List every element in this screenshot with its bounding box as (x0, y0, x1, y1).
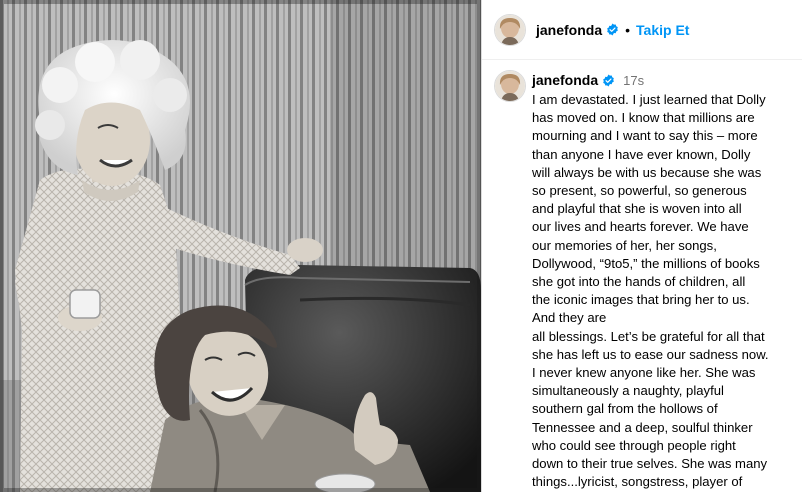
black-and-white-photo (0, 0, 481, 492)
caption-line: down to their true selves. She was many (532, 456, 768, 472)
caption-line: And they are (532, 310, 607, 326)
caption-line: mourning and I want to say this – more (532, 128, 758, 144)
caption-line: I never knew anyone like her. She was (532, 365, 756, 381)
caption-line: the iconic images that bring her to us. (532, 292, 750, 308)
caption-line: so present, so powerful, so generous (532, 183, 747, 199)
post-photo[interactable] (0, 0, 481, 492)
caption-line: things...lyricist, songstress, player of (532, 474, 743, 490)
follow-button[interactable]: Takip Et (636, 22, 689, 38)
caption-line: she has left us to ease our sadness now. (532, 346, 769, 362)
caption-line: who could see through people right (532, 437, 736, 453)
caption-line: Dollywood, “9to5,” the millions of books (532, 255, 760, 271)
caption-line: southern gal from the hollows of (532, 401, 718, 417)
profile-avatar[interactable] (494, 13, 526, 46)
caption-username[interactable]: janefonda (532, 72, 598, 88)
verified-badge-icon (606, 23, 619, 36)
header-username[interactable]: janefonda (536, 22, 602, 38)
caption-body: janefonda 17s I am devastated. I just le… (532, 70, 802, 491)
caption-line: will always be with us because she was (532, 164, 762, 180)
caption-line: and playful that she is woven into all (532, 201, 742, 217)
caption-line: simultaneously a naughty, playful (532, 383, 724, 399)
caption-line: than anyone I have ever known, Dolly (532, 146, 751, 162)
post-header: janefonda • Takip Et (482, 0, 802, 60)
caption-line: all blessings. Let’s be grateful for all… (532, 328, 765, 344)
post-sidebar: janefonda • Takip Et janefonda 17s I am … (481, 0, 802, 492)
caption-line: our memories of her, her songs, (532, 237, 717, 253)
caption-line: has moved on. I know that millions are (532, 110, 755, 126)
header-separator: • (625, 21, 631, 38)
caption-line: I am devastated. I just learned that Dol… (532, 92, 766, 107)
caption-line: she got into the hands of children, all (532, 274, 746, 290)
caption-line: our lives and hearts forever. We have (532, 219, 749, 235)
caption-line: Tennessee and a deep, soulful thinker (532, 419, 753, 435)
avatar-image (495, 14, 525, 45)
instagram-post-view: janefonda • Takip Et janefonda 17s I am … (0, 0, 802, 492)
post-caption: janefonda 17s I am devastated. I just le… (494, 70, 802, 491)
caption-timestamp[interactable]: 17s (623, 73, 644, 88)
verified-badge-icon (602, 74, 615, 87)
caption-avatar[interactable] (494, 70, 526, 102)
avatar-image (495, 71, 525, 101)
caption-text: I am devastated. I just learned that Dol… (532, 91, 802, 491)
caption-header: janefonda 17s (532, 70, 802, 90)
